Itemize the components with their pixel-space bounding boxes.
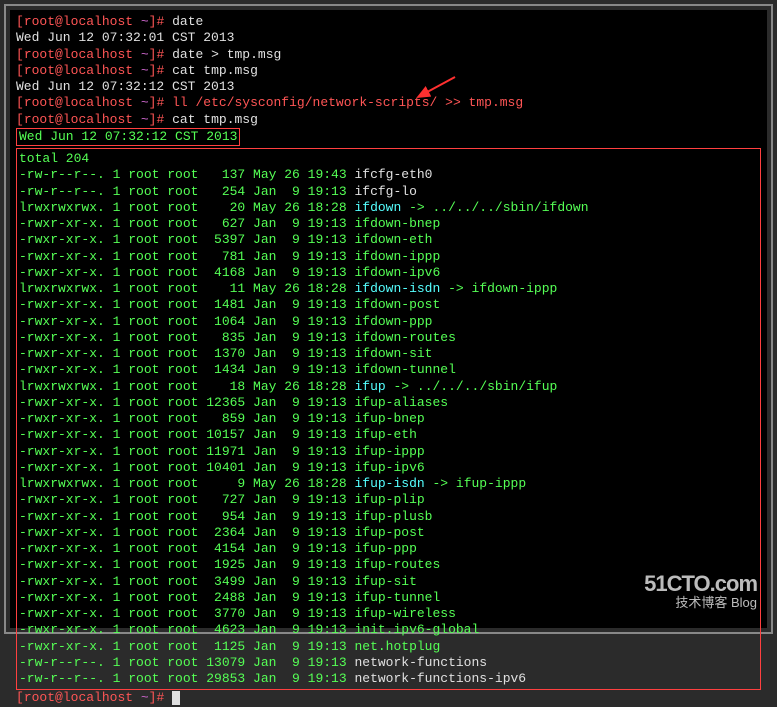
command-cat2: cat tmp.msg bbox=[172, 112, 258, 127]
prompt: [root@localhost ~]# bbox=[16, 112, 164, 127]
prompt: [root@localhost ~]# bbox=[16, 95, 164, 110]
output-cat: Wed Jun 12 07:32:12 CST 2013 bbox=[16, 79, 234, 94]
table-row: -rwxr-xr-x. 1 root root 2364 Jan 9 19:13… bbox=[19, 525, 758, 541]
output-date: Wed Jun 12 07:32:01 CST 2013 bbox=[16, 30, 234, 45]
watermark-logo: 51CTO.com bbox=[644, 572, 757, 596]
table-row: -rwxr-xr-x. 1 root root 4168 Jan 9 19:13… bbox=[19, 265, 758, 281]
table-row: lrwxrwxrwx. 1 root root 11 May 26 18:28 … bbox=[19, 281, 758, 297]
listing-total: total 204 bbox=[19, 151, 89, 166]
table-row: -rwxr-xr-x. 1 root root 5397 Jan 9 19:13… bbox=[19, 232, 758, 248]
screenshot-frame: [root@localhost ~]# date Wed Jun 12 07:3… bbox=[4, 4, 773, 634]
table-row: -rwxr-xr-x. 1 root root 1370 Jan 9 19:13… bbox=[19, 346, 758, 362]
table-row: -rw-r--r--. 1 root root 29853 Jan 9 19:1… bbox=[19, 671, 758, 687]
highlighted-date-box: Wed Jun 12 07:32:12 CST 2013 bbox=[16, 128, 240, 146]
table-row: -rwxr-xr-x. 1 root root 1434 Jan 9 19:13… bbox=[19, 362, 758, 378]
table-row: -rwxr-xr-x. 1 root root 1125 Jan 9 19:13… bbox=[19, 639, 758, 655]
command-date: date bbox=[172, 14, 203, 29]
prompt: [root@localhost ~]# bbox=[16, 14, 164, 29]
table-row: -rwxr-xr-x. 1 root root 4154 Jan 9 19:13… bbox=[19, 541, 758, 557]
watermark: 51CTO.com 技术博客 Blog bbox=[644, 572, 757, 610]
cursor[interactable] bbox=[172, 691, 180, 705]
table-row: lrwxrwxrwx. 1 root root 20 May 26 18:28 … bbox=[19, 200, 758, 216]
table-row: -rwxr-xr-x. 1 root root 859 Jan 9 19:13 … bbox=[19, 411, 758, 427]
table-row: -rwxr-xr-x. 1 root root 1481 Jan 9 19:13… bbox=[19, 297, 758, 313]
command-ll-append: ll /etc/sysconfig/network-scripts/ >> tm… bbox=[172, 95, 523, 110]
table-row: -rwxr-xr-x. 1 root root 10401 Jan 9 19:1… bbox=[19, 460, 758, 476]
table-row: -rwxr-xr-x. 1 root root 12365 Jan 9 19:1… bbox=[19, 395, 758, 411]
table-row: -rwxr-xr-x. 1 root root 727 Jan 9 19:13 … bbox=[19, 492, 758, 508]
table-row: -rw-r--r--. 1 root root 254 Jan 9 19:13 … bbox=[19, 184, 758, 200]
command-date-redirect: date > tmp.msg bbox=[172, 47, 281, 62]
prompt: [root@localhost ~]# bbox=[16, 690, 164, 705]
table-row: -rwxr-xr-x. 1 root root 835 Jan 9 19:13 … bbox=[19, 330, 758, 346]
table-row: -rwxr-xr-x. 1 root root 10157 Jan 9 19:1… bbox=[19, 427, 758, 443]
prompt: [root@localhost ~]# bbox=[16, 63, 164, 78]
command-cat: cat tmp.msg bbox=[172, 63, 258, 78]
table-row: -rw-r--r--. 1 root root 13079 Jan 9 19:1… bbox=[19, 655, 758, 671]
table-row: -rwxr-xr-x. 1 root root 781 Jan 9 19:13 … bbox=[19, 249, 758, 265]
table-row: lrwxrwxrwx. 1 root root 18 May 26 18:28 … bbox=[19, 379, 758, 395]
table-row: -rwxr-xr-x. 1 root root 954 Jan 9 19:13 … bbox=[19, 509, 758, 525]
table-row: -rwxr-xr-x. 1 root root 627 Jan 9 19:13 … bbox=[19, 216, 758, 232]
table-row: -rwxr-xr-x. 1 root root 1064 Jan 9 19:13… bbox=[19, 314, 758, 330]
terminal[interactable]: [root@localhost ~]# date Wed Jun 12 07:3… bbox=[10, 10, 767, 628]
table-row: -rw-r--r--. 1 root root 137 May 26 19:43… bbox=[19, 167, 758, 183]
watermark-sub: 技术博客 Blog bbox=[644, 596, 757, 610]
table-row: -rwxr-xr-x. 1 root root 11971 Jan 9 19:1… bbox=[19, 444, 758, 460]
table-row: -rwxr-xr-x. 1 root root 4623 Jan 9 19:13… bbox=[19, 622, 758, 638]
prompt: [root@localhost ~]# bbox=[16, 47, 164, 62]
table-row: lrwxrwxrwx. 1 root root 9 May 26 18:28 i… bbox=[19, 476, 758, 492]
